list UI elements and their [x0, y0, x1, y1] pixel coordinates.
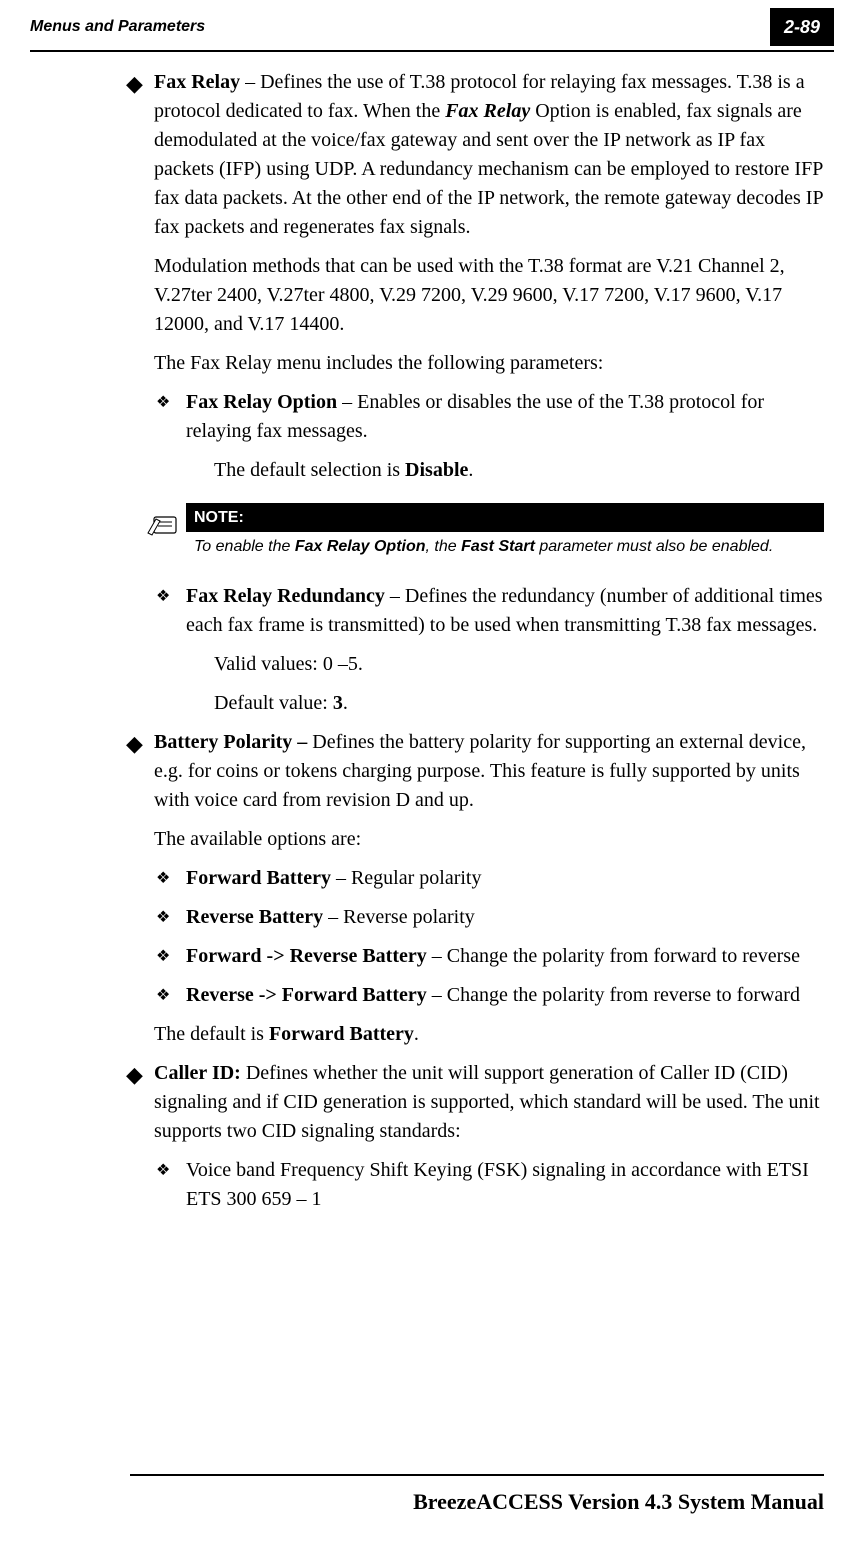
fax-relay-p2: Modulation methods that can be used with… — [130, 252, 824, 339]
default-pre: The default selection is — [214, 459, 405, 481]
diamond-bullet-icon: ◆ — [126, 68, 143, 100]
diamond-bullet-icon: ◆ — [126, 728, 143, 760]
opt-text: – Change the polarity from reverse to fo… — [427, 984, 800, 1006]
header-title: Menus and Parameters — [30, 15, 205, 38]
battery-fr: ❖ Forward -> Reverse Battery – Change th… — [130, 942, 824, 971]
cid-sub1-text: Voice band Frequency Shift Keying (FSK) … — [186, 1159, 809, 1210]
default-post: . — [468, 459, 473, 481]
fax-redundancy-default: Default value: 3. — [130, 689, 824, 718]
default-pre: The default is — [154, 1023, 269, 1045]
fax-redundancy-valid: Valid values: 0 –5. — [130, 650, 824, 679]
cid-text: Defines whether the unit will support ge… — [154, 1062, 820, 1142]
default-val: 3 — [333, 692, 343, 714]
fax-relay-option-item: ❖ Fax Relay Option – Enables or disables… — [130, 388, 824, 446]
footer-text: BreezeACCESS Version 4.3 System Manual — [130, 1486, 824, 1518]
default-pre: Default value: — [214, 692, 333, 714]
cross-bullet-icon: ❖ — [156, 867, 170, 890]
opt-text: – Reverse polarity — [323, 906, 475, 928]
body-content: ◆ Fax Relay – Defines the use of T.38 pr… — [0, 52, 864, 1214]
battery-fwd: ❖ Forward Battery – Regular polarity — [130, 864, 824, 893]
battery-title: Battery Polarity – — [154, 731, 312, 753]
note-post: parameter must also be enabled. — [535, 538, 773, 555]
note-b2: Fast Start — [461, 538, 535, 555]
fax-relay-bolditalic: Fax Relay — [445, 100, 530, 122]
fax-relay-option-default: The default selection is Disable. — [130, 456, 824, 485]
cross-bullet-icon: ❖ — [156, 906, 170, 929]
fax-relay-option-title: Fax Relay Option — [186, 391, 337, 413]
page-number-badge: 2-89 — [770, 8, 834, 46]
note-b1: Fax Relay Option — [295, 538, 426, 555]
default-post: . — [343, 692, 348, 714]
opt-title: Reverse -> Forward Battery — [186, 984, 427, 1006]
battery-default: The default is Forward Battery. — [130, 1020, 824, 1049]
diamond-bullet-icon: ◆ — [126, 1059, 143, 1091]
fax-relay-p3: The Fax Relay menu includes the followin… — [130, 349, 824, 378]
default-post: . — [414, 1023, 419, 1045]
opt-text: – Regular polarity — [331, 867, 482, 889]
opt-title: Reverse Battery — [186, 906, 323, 928]
cross-bullet-icon: ❖ — [156, 391, 170, 414]
note-box: NOTE: To enable the Fax Relay Option, th… — [186, 503, 824, 566]
battery-avail: The available options are: — [130, 825, 824, 854]
default-val: Disable — [405, 459, 468, 481]
fax-relay-item: ◆ Fax Relay – Defines the use of T.38 pr… — [130, 68, 824, 242]
battery-rev: ❖ Reverse Battery – Reverse polarity — [130, 903, 824, 932]
note-mid: , the — [426, 538, 462, 555]
cross-bullet-icon: ❖ — [156, 984, 170, 1007]
battery-rf: ❖ Reverse -> Forward Battery – Change th… — [130, 981, 824, 1010]
fax-redundancy-title: Fax Relay Redundancy — [186, 585, 385, 607]
footer: BreezeACCESS Version 4.3 System Manual — [0, 1464, 864, 1518]
footer-rule — [130, 1474, 824, 1476]
cid-title: Caller ID: — [154, 1062, 246, 1084]
opt-text: – Change the polarity from forward to re… — [427, 945, 800, 967]
opt-title: Forward Battery — [186, 867, 331, 889]
note-body: To enable the Fax Relay Option, the Fast… — [186, 532, 824, 566]
opt-title: Forward -> Reverse Battery — [186, 945, 427, 967]
fax-relay-title: Fax Relay — [154, 71, 240, 93]
cid-sub1: ❖ Voice band Frequency Shift Keying (FSK… — [130, 1156, 824, 1214]
default-val: Forward Battery — [269, 1023, 414, 1045]
cid-item: ◆ Caller ID: Defines whether the unit wi… — [130, 1059, 824, 1146]
note-pre: To enable the — [194, 538, 295, 555]
note-icon — [146, 509, 180, 537]
cross-bullet-icon: ❖ — [156, 1159, 170, 1182]
note-header: NOTE: — [186, 503, 824, 532]
cross-bullet-icon: ❖ — [156, 585, 170, 608]
battery-item: ◆ Battery Polarity – Defines the battery… — [130, 728, 824, 815]
cross-bullet-icon: ❖ — [156, 945, 170, 968]
fax-relay-redundancy-item: ❖ Fax Relay Redundancy – Defines the red… — [130, 582, 824, 640]
